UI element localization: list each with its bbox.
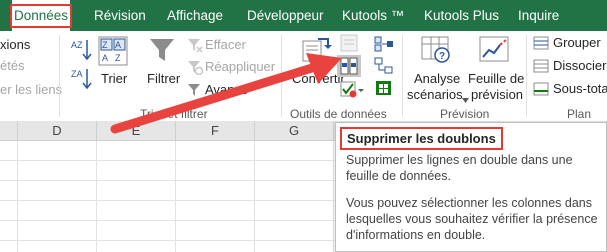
red-arrow-annotation <box>110 53 342 134</box>
